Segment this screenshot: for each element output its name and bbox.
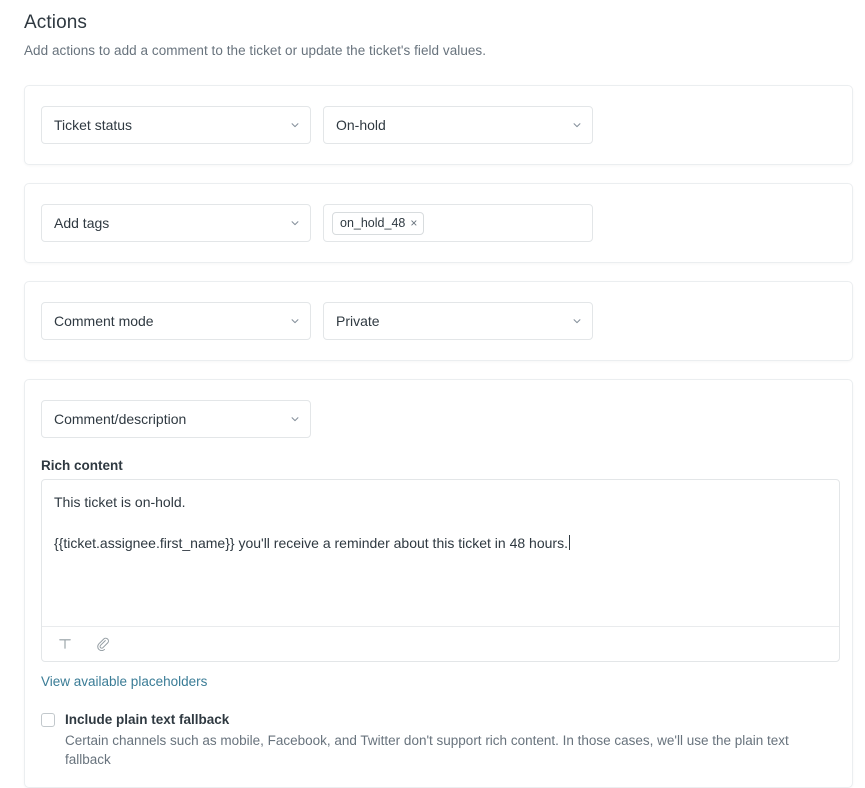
action-card-comment-mode: Comment mode Private [24,281,853,361]
rich-content-label: Rich content [41,458,836,473]
editor-line: This ticket is on-hold. [54,492,827,513]
action-field-select-ticket-status[interactable]: Ticket status [41,106,311,144]
action-field-label: Comment mode [54,313,154,329]
page-title: Actions [24,12,853,34]
action-value-select-ticket-status[interactable]: On-hold [323,106,593,144]
action-row: Add tags on_hold_48 × [25,184,852,262]
action-row: Comment mode Private [25,282,852,360]
view-available-placeholders-link[interactable]: View available placeholders [41,674,207,689]
chevron-down-icon [572,120,582,130]
action-row: Ticket status On-hold [25,86,852,164]
plain-text-fallback-text: Include plain text fallback Certain chan… [65,710,836,769]
action-field-label: Add tags [54,215,109,231]
tag-chip-label: on_hold_48 [340,215,405,231]
paperclip-icon[interactable] [94,635,112,653]
plain-text-fallback-row: Include plain text fallback Certain chan… [41,710,836,769]
actions-page: Actions Add actions to add a comment to … [0,0,865,788]
action-value-select-comment-mode[interactable]: Private [323,302,593,340]
tag-chip[interactable]: on_hold_48 × [332,212,424,235]
action-card-comment-description: Comment/description Rich content This ti… [24,379,853,788]
editor-toolbar [42,626,839,661]
text-format-icon[interactable] [56,635,74,653]
action-value-label: Private [336,313,380,329]
rich-content-editor[interactable]: This ticket is on-hold. {{ticket.assigne… [41,479,840,662]
remove-tag-icon[interactable]: × [410,217,417,229]
chevron-down-icon [290,414,300,424]
action-field-select-add-tags[interactable]: Add tags [41,204,311,242]
tags-input[interactable]: on_hold_48 × [323,204,593,242]
action-field-select-comment-description[interactable]: Comment/description [41,400,311,438]
plain-text-fallback-description: Certain channels such as mobile, Faceboo… [65,731,836,769]
action-field-label: Ticket status [54,117,132,133]
action-card-add-tags: Add tags on_hold_48 × [24,183,853,263]
action-cards: Ticket status On-hold Add tags [24,85,853,788]
chevron-down-icon [572,316,582,326]
chevron-down-icon [290,218,300,228]
action-value-label: On-hold [336,117,386,133]
editor-line-with-caret: {{ticket.assignee.first_name}} you'll re… [54,533,827,554]
action-card-ticket-status: Ticket status On-hold [24,85,853,165]
chevron-down-icon [290,316,300,326]
chevron-down-icon [290,120,300,130]
rich-content-textarea[interactable]: This ticket is on-hold. {{ticket.assigne… [42,480,839,626]
text-caret [569,535,570,550]
page-subtitle: Add actions to add a comment to the tick… [24,43,853,58]
plain-text-fallback-title: Include plain text fallback [65,710,836,729]
comment-action-body: Comment/description Rich content This ti… [25,380,852,787]
action-field-label: Comment/description [54,411,186,427]
include-plain-text-fallback-checkbox[interactable] [41,713,55,727]
editor-line-text: {{ticket.assignee.first_name}} you'll re… [54,535,568,551]
action-field-select-comment-mode[interactable]: Comment mode [41,302,311,340]
